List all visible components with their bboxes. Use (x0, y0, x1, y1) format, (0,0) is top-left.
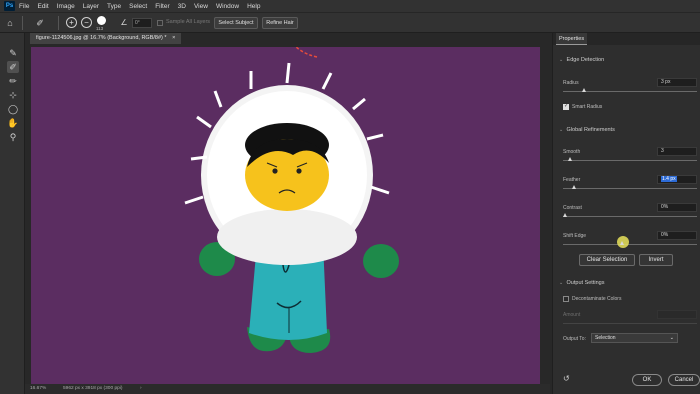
divider (58, 16, 59, 30)
cancel-button[interactable]: Cancel (668, 374, 700, 386)
refine-hair-button[interactable]: Refine Hair (262, 17, 298, 29)
invert-button[interactable]: Invert (639, 254, 673, 266)
status-arrow-icon[interactable]: › (140, 384, 142, 394)
divider (22, 16, 23, 30)
output-settings-heading: Output Settings (566, 280, 605, 286)
radius-field[interactable]: 3 px (657, 78, 697, 87)
refine-edge-brush-icon[interactable]: ✐ (7, 61, 19, 73)
reset-icon[interactable]: ↺ (563, 374, 570, 383)
quick-selection-tool-icon[interactable]: ✎ (7, 47, 19, 59)
decontaminate-colors-checkbox[interactable] (563, 296, 569, 302)
object-selection-icon[interactable]: ⊹ (7, 89, 19, 101)
menu-bar: Ps File Edit Image Layer Type Select Fil… (0, 0, 700, 13)
menu-filter[interactable]: Filter (155, 0, 169, 13)
contrast-slider-thumb[interactable] (563, 213, 567, 217)
tools-panel: ✎ ✐ ✏ ⊹ ◯ ✋ ⚲ (0, 33, 25, 394)
amount-field (657, 310, 697, 319)
menu-layer[interactable]: Layer (83, 0, 99, 13)
feather-slider-track[interactable] (563, 188, 697, 189)
menu-3d[interactable]: 3D (178, 0, 186, 13)
feather-label: Feather (563, 177, 581, 183)
properties-tab[interactable]: Properties (556, 33, 588, 45)
zoom-level[interactable]: 16.67% (30, 384, 46, 394)
figure-photo (184, 47, 399, 353)
brush-tool-preset-icon[interactable]: ✐ (34, 17, 46, 29)
menu-edit[interactable]: Edit (37, 0, 48, 13)
amount-label: Amount (563, 312, 581, 318)
document-canvas[interactable] (31, 47, 540, 385)
brush-preview-icon[interactable] (97, 16, 106, 25)
home-icon[interactable]: ⌂ (4, 17, 16, 29)
feather-slider-thumb[interactable] (572, 185, 576, 189)
menu-file[interactable]: File (19, 0, 29, 13)
feather-field[interactable]: 1.4 px (657, 175, 697, 184)
angle-field[interactable]: 0° (132, 18, 152, 28)
options-bar: ⌂ ✐ + − 113 ∠ 0° Sample All Layers Selec… (0, 13, 700, 33)
smart-radius-label: Smart Radius (572, 104, 603, 110)
status-bar: 16.67% 5962 px x 3918 px (300 ppi) › (25, 384, 550, 394)
output-to-select[interactable]: Selection ⌄ (591, 333, 678, 343)
properties-panel: Properties ⌄ Edge Detection Radius 3 px … (552, 33, 700, 394)
brush-size: 113 (96, 26, 104, 31)
smooth-field[interactable]: 3 (657, 147, 697, 156)
hand-tool-icon[interactable]: ✋ (7, 117, 19, 129)
edge-detection-heading: Edge Detection (566, 57, 605, 63)
subtract-from-selection-icon[interactable]: − (81, 17, 92, 28)
smooth-label: Smooth (563, 149, 581, 155)
decontaminate-colors-label: Decontaminate Colors (572, 296, 622, 302)
output-to-value: Selection (595, 335, 616, 341)
chevron-down-icon[interactable]: ⌄ (559, 127, 565, 133)
contrast-field[interactable]: 0% (657, 203, 697, 212)
shift-edge-field[interactable]: 0% (657, 231, 697, 240)
annotation-arrow (295, 47, 318, 58)
menu-select[interactable]: Select (129, 0, 147, 13)
document-dimensions: 5962 px x 3918 px (300 ppi) (63, 386, 123, 391)
select-subject-button[interactable]: Select Subject (214, 17, 258, 29)
menu-window[interactable]: Window (216, 0, 239, 13)
photoshop-logo-icon: Ps (4, 1, 15, 11)
document-tab-bar: figure-1124506.jpg @ 16.7% (Background, … (25, 33, 550, 44)
menu-type[interactable]: Type (107, 0, 121, 13)
edge-detection-section[interactable]: ⌄ Edge Detection (559, 57, 604, 63)
canvas-area[interactable] (25, 44, 550, 385)
menu-view[interactable]: View (194, 0, 208, 13)
chevron-down-icon: ⌄ (669, 335, 674, 341)
chevron-down-icon[interactable]: ⌄ (559, 280, 565, 286)
smart-radius-checkbox[interactable] (563, 103, 569, 110)
global-refinements-section[interactable]: ⌄ Global Refinements (559, 127, 615, 133)
document-tab[interactable]: figure-1124506.jpg @ 16.7% (Background, … (30, 33, 182, 44)
radius-slider-thumb[interactable] (582, 88, 586, 92)
menu-help[interactable]: Help (247, 0, 260, 13)
shift-edge-slider-thumb[interactable] (620, 241, 624, 245)
close-tab-icon[interactable]: × (172, 35, 175, 41)
document-tab-title: figure-1124506.jpg @ 16.7% (Background, … (36, 35, 167, 41)
zoom-tool-icon[interactable]: ⚲ (7, 131, 19, 143)
feather-value: 1.4 px (661, 176, 677, 182)
amount-slider-track (563, 323, 697, 324)
sample-all-layers-label: Sample All Layers (166, 19, 211, 25)
radius-label: Radius (563, 80, 579, 86)
chevron-down-icon[interactable]: ⌄ (559, 57, 565, 63)
output-to-label: Output To: (563, 336, 586, 342)
output-settings-section[interactable]: ⌄ Output Settings (559, 280, 604, 286)
clear-selection-button[interactable]: Clear Selection (579, 254, 635, 266)
sample-all-layers-checkbox[interactable] (157, 20, 163, 26)
angle-icon: ∠ (120, 18, 128, 27)
contrast-slider-track[interactable] (563, 216, 697, 217)
contrast-label: Contrast (563, 205, 582, 211)
lasso-tool-icon[interactable]: ◯ (7, 103, 19, 115)
shift-edge-slider-track[interactable] (563, 244, 697, 245)
smooth-slider-track[interactable] (563, 160, 697, 161)
menu-image[interactable]: Image (57, 0, 75, 13)
ok-button[interactable]: OK (632, 374, 662, 386)
properties-header: Properties (553, 33, 700, 45)
global-refinements-heading: Global Refinements (566, 127, 615, 133)
shift-edge-label: Shift Edge (563, 233, 587, 239)
brush-tool-icon[interactable]: ✏ (7, 75, 19, 87)
smooth-slider-thumb[interactable] (568, 157, 572, 161)
add-to-selection-icon[interactable]: + (66, 17, 77, 28)
